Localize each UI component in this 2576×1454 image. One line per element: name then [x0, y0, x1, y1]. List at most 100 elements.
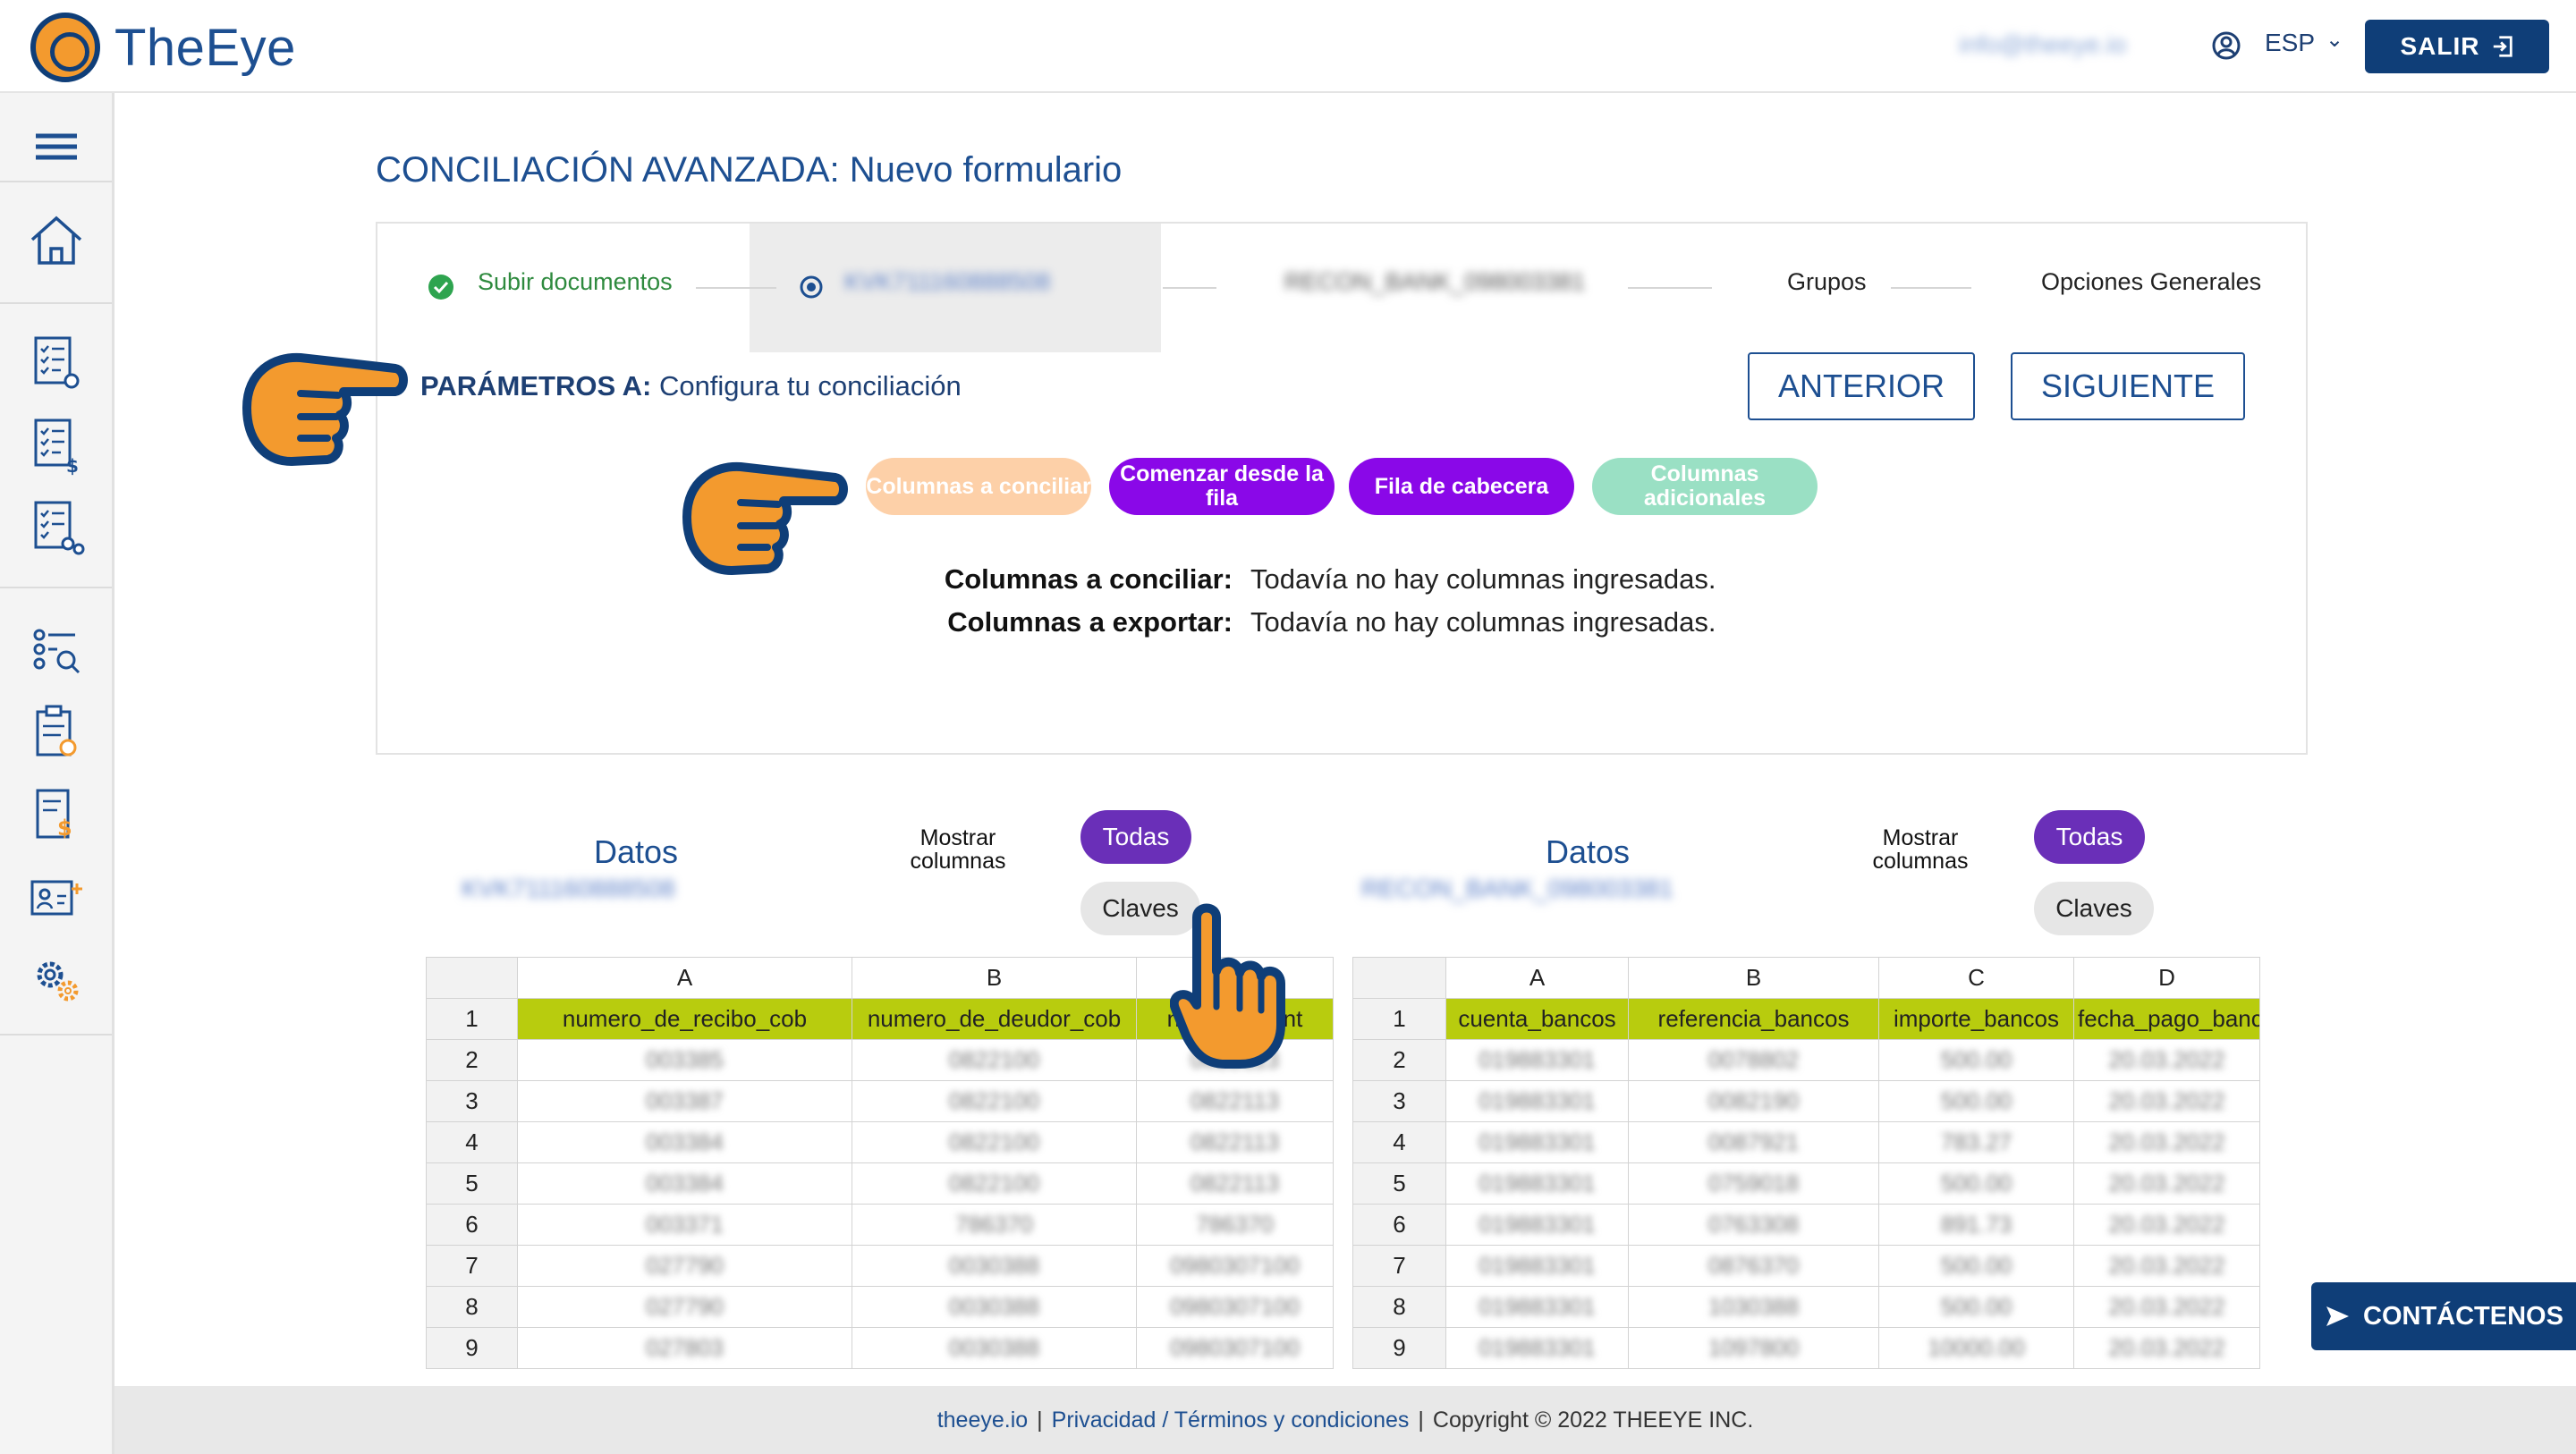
chevron-down-icon[interactable]: ⌄	[2326, 27, 2343, 53]
table-cell[interactable]: 027790	[517, 1245, 852, 1287]
table-cell[interactable]: 0822100	[852, 1039, 1137, 1081]
table-cell[interactable]: 0078802	[1628, 1039, 1879, 1081]
checklist-settings-icon[interactable]	[25, 331, 88, 393]
table-cell[interactable]: 500.00	[1878, 1286, 2074, 1328]
contact-button[interactable]: CONTÁCTENOS	[2311, 1282, 2576, 1350]
row-number[interactable]: 9	[1352, 1327, 1446, 1369]
table-cell[interactable]: 0822113	[1136, 1080, 1334, 1122]
table-cell[interactable]: 019883301	[1445, 1039, 1629, 1081]
table-cell[interactable]: 20.03.2022	[2073, 1204, 2260, 1246]
checklist-gears-icon[interactable]	[25, 495, 88, 558]
column-header-cell[interactable]: fecha_pago_bancos	[2073, 998, 2260, 1040]
table-cell[interactable]: 019883301	[1445, 1245, 1629, 1287]
table-cell[interactable]: 20.03.2022	[2073, 1039, 2260, 1081]
step-upload-documents[interactable]: Subir documentos	[478, 268, 673, 296]
column-letter[interactable]: A	[1445, 957, 1629, 999]
pill-columns-to-reconcile[interactable]: Columnas a conciliar	[866, 458, 1091, 515]
step-source-a[interactable]: KVK711160888508	[844, 268, 1050, 296]
row-number[interactable]: 7	[426, 1245, 518, 1287]
table-cell[interactable]: 0822100	[852, 1121, 1137, 1163]
table-cell[interactable]: 891.73	[1878, 1204, 2074, 1246]
pill-additional-columns[interactable]: Columnas adicionales	[1592, 458, 1818, 515]
table-cell[interactable]: 1097800	[1628, 1327, 1879, 1369]
table-cell[interactable]: 003384	[517, 1121, 852, 1163]
step-groups[interactable]: Grupos	[1787, 268, 1867, 296]
pill-header-row[interactable]: Fila de cabecera	[1349, 458, 1574, 515]
column-header-cell[interactable]: cuenta_bancos	[1445, 998, 1629, 1040]
next-button[interactable]: SIGUIENTE	[2011, 352, 2245, 420]
table-cell[interactable]: 10000.00	[1878, 1327, 2074, 1369]
table-cell[interactable]: 0980307100	[1136, 1245, 1334, 1287]
hamburger-menu-icon[interactable]	[25, 116, 88, 179]
user-account-icon[interactable]	[2211, 30, 2241, 61]
row-number[interactable]: 9	[426, 1327, 518, 1369]
table-cell[interactable]: 0030388	[852, 1327, 1137, 1369]
checklist-money-icon[interactable]: $	[25, 413, 88, 477]
step-source-b[interactable]: RECON_BANK_098003381	[1284, 268, 1585, 296]
table-cell[interactable]: 019883301	[1445, 1162, 1629, 1205]
logout-button[interactable]: SALIR	[2365, 20, 2549, 73]
row-number[interactable]: 6	[426, 1204, 518, 1246]
theeye-logo-icon[interactable]	[30, 13, 100, 82]
table-cell[interactable]: 0759018	[1628, 1162, 1879, 1205]
pill-start-from-row[interactable]: Comenzar desde la fila	[1109, 458, 1335, 515]
table-cell[interactable]: 20.03.2022	[2073, 1327, 2260, 1369]
table-cell[interactable]: 0087921	[1628, 1121, 1879, 1163]
footer-privacy-link[interactable]: Privacidad / Términos y condiciones	[1052, 1408, 1410, 1433]
table-cell[interactable]: 0030388	[852, 1286, 1137, 1328]
table-cell[interactable]: 20.03.2022	[2073, 1162, 2260, 1205]
table-cell[interactable]: 786370	[1136, 1204, 1334, 1246]
table-cell[interactable]: 019883301	[1445, 1121, 1629, 1163]
row-number[interactable]: 2	[426, 1039, 518, 1081]
row-number[interactable]: 1	[426, 998, 518, 1040]
column-header-cell[interactable]: numero_de_deudor_cob	[852, 998, 1137, 1040]
column-letter[interactable]: C	[1878, 957, 2074, 999]
home-icon[interactable]	[25, 209, 88, 272]
table-cell[interactable]: 0082190	[1628, 1080, 1879, 1122]
row-number[interactable]: 6	[1352, 1204, 1446, 1246]
table-cell[interactable]: 0822100	[852, 1080, 1137, 1122]
table-cell[interactable]: 0030388	[852, 1245, 1137, 1287]
row-number[interactable]: 3	[1352, 1080, 1446, 1122]
previous-button[interactable]: ANTERIOR	[1748, 352, 1975, 420]
table-cell[interactable]: 003371	[517, 1204, 852, 1246]
row-number[interactable]: 4	[426, 1121, 518, 1163]
table-cell[interactable]: 0980307100	[1136, 1286, 1334, 1328]
row-number[interactable]: 5	[1352, 1162, 1446, 1205]
app-name[interactable]: TheEye	[114, 18, 296, 78]
table-cell[interactable]: 027790	[517, 1286, 852, 1328]
row-number[interactable]: 5	[426, 1162, 518, 1205]
panel-b-all-toggle[interactable]: Todas	[2034, 810, 2145, 864]
panel-a-all-toggle[interactable]: Todas	[1080, 810, 1191, 864]
table-cell[interactable]: 783.27	[1878, 1121, 2074, 1163]
table-cell[interactable]: 0822113	[1136, 1121, 1334, 1163]
footer-site-link[interactable]: theeye.io	[937, 1408, 1028, 1433]
table-cell[interactable]: 1030388	[1628, 1286, 1879, 1328]
table-cell[interactable]: 003385	[517, 1039, 852, 1081]
table-cell[interactable]: 786370	[852, 1204, 1137, 1246]
table-cell[interactable]: 027803	[517, 1327, 852, 1369]
table-cell[interactable]: 0876370	[1628, 1245, 1879, 1287]
table-cell[interactable]: 20.03.2022	[2073, 1286, 2260, 1328]
table-cell[interactable]: 500.00	[1878, 1080, 2074, 1122]
column-header-cell[interactable]: referencia_bancos	[1628, 998, 1879, 1040]
table-cell[interactable]: 500.00	[1878, 1245, 2074, 1287]
table-cell[interactable]: 019883301	[1445, 1327, 1629, 1369]
clipboard-check-icon[interactable]	[25, 701, 88, 764]
column-header-cell[interactable]: numero_de_recibo_cob	[517, 998, 852, 1040]
row-number[interactable]: 8	[1352, 1286, 1446, 1328]
row-number[interactable]: 8	[426, 1286, 518, 1328]
user-card-add-icon[interactable]	[25, 866, 88, 928]
row-number[interactable]: 7	[1352, 1245, 1446, 1287]
search-list-icon[interactable]	[25, 619, 88, 681]
row-number[interactable]: 1	[1352, 998, 1446, 1040]
column-letter[interactable]: B	[852, 957, 1137, 999]
table-cell[interactable]: 003387	[517, 1080, 852, 1122]
table-cell[interactable]: 20.03.2022	[2073, 1121, 2260, 1163]
table-cell[interactable]: 20.03.2022	[2073, 1080, 2260, 1122]
table-cell[interactable]: 019883301	[1445, 1286, 1629, 1328]
column-header-cell[interactable]: importe_bancos	[1878, 998, 2074, 1040]
panel-b-keys-toggle[interactable]: Claves	[2034, 882, 2154, 935]
table-cell[interactable]: 20.03.2022	[2073, 1245, 2260, 1287]
table-cell[interactable]: 019883301	[1445, 1204, 1629, 1246]
